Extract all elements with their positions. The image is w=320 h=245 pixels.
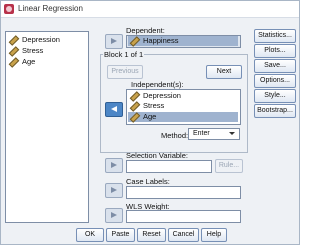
chevron-down-icon <box>229 132 235 135</box>
method-select[interactable]: Enter <box>188 128 240 140</box>
scale-variable-icon <box>129 35 141 47</box>
reset-button[interactable]: Reset <box>137 228 166 242</box>
independents-label: Independent(s): <box>131 80 184 89</box>
case-labels-label: Case Labels: <box>126 177 170 186</box>
next-block-button[interactable]: Next <box>206 65 242 79</box>
source-variable-label: Depression <box>22 35 60 45</box>
independent-item[interactable]: Depression <box>128 90 181 102</box>
dependent-label: Dependent: <box>126 26 165 35</box>
source-variable-item[interactable]: Depression <box>7 34 60 46</box>
rule-button[interactable]: Rule... <box>215 159 243 173</box>
scale-variable-icon <box>129 100 141 112</box>
right-arrow-icon <box>111 162 117 168</box>
dependent-field[interactable]: Happiness <box>126 35 241 48</box>
move-to-dependent-button[interactable] <box>105 34 123 49</box>
selection-variable-field[interactable] <box>126 160 212 173</box>
case-labels-field[interactable] <box>126 186 241 199</box>
independents-list[interactable]: Depression Stress Age <box>126 89 241 125</box>
wls-weight-field[interactable] <box>126 210 241 223</box>
save-button[interactable]: Save... <box>254 59 296 73</box>
block-label: Block 1 of 1 <box>103 50 145 59</box>
independent-label: Stress <box>143 101 165 111</box>
dependent-variable[interactable]: Happiness <box>128 35 238 47</box>
dependent-value: Happiness <box>143 36 179 46</box>
move-to-case-labels-button[interactable] <box>105 183 123 198</box>
options-button[interactable]: Options... <box>254 74 296 88</box>
spss-app-icon <box>4 4 14 14</box>
scale-variable-icon <box>129 111 141 123</box>
independent-item[interactable]: Age <box>128 111 238 123</box>
independent-label: Age <box>143 112 157 122</box>
scale-variable-icon <box>8 45 20 57</box>
style-button[interactable]: Style... <box>254 89 296 103</box>
linear-regression-dialog: Linear Regression Depression Stress Age … <box>0 0 300 245</box>
cancel-button[interactable]: Cancel <box>168 228 199 242</box>
right-arrow-icon <box>111 212 117 218</box>
window-title: Linear Regression <box>18 4 83 13</box>
independent-label: Depression <box>143 91 181 101</box>
method-value: Enter <box>193 130 210 137</box>
method-label: Method: <box>161 131 189 140</box>
ok-button[interactable]: OK <box>76 228 104 242</box>
right-arrow-icon <box>111 187 117 193</box>
source-variable-label: Age <box>22 57 36 67</box>
source-variable-item[interactable]: Age <box>7 56 36 68</box>
statistics-button[interactable]: Statistics... <box>254 29 296 43</box>
selection-variable-label: Selection Variable: <box>126 151 188 160</box>
help-button[interactable]: Help <box>201 228 227 242</box>
source-variable-label: Stress <box>22 46 44 56</box>
plots-button[interactable]: Plots... <box>254 44 296 58</box>
scale-variable-icon <box>129 90 141 102</box>
right-arrow-icon <box>111 38 117 44</box>
paste-button[interactable]: Paste <box>106 228 135 242</box>
independent-item[interactable]: Stress <box>128 100 165 112</box>
title-bar: Linear Regression <box>1 1 299 18</box>
scale-variable-icon <box>8 56 20 68</box>
previous-block-button[interactable]: Previous <box>107 65 143 79</box>
source-variable-item[interactable]: Stress <box>7 45 44 57</box>
scale-variable-icon <box>8 34 20 46</box>
move-to-selection-button[interactable] <box>105 158 123 173</box>
move-from-independents-button[interactable] <box>105 102 123 117</box>
source-variable-list[interactable]: Depression Stress Age <box>5 31 89 223</box>
move-to-wls-weight-button[interactable] <box>105 208 123 223</box>
left-arrow-icon <box>111 106 117 112</box>
bootstrap-button[interactable]: Bootstrap... <box>254 104 296 118</box>
